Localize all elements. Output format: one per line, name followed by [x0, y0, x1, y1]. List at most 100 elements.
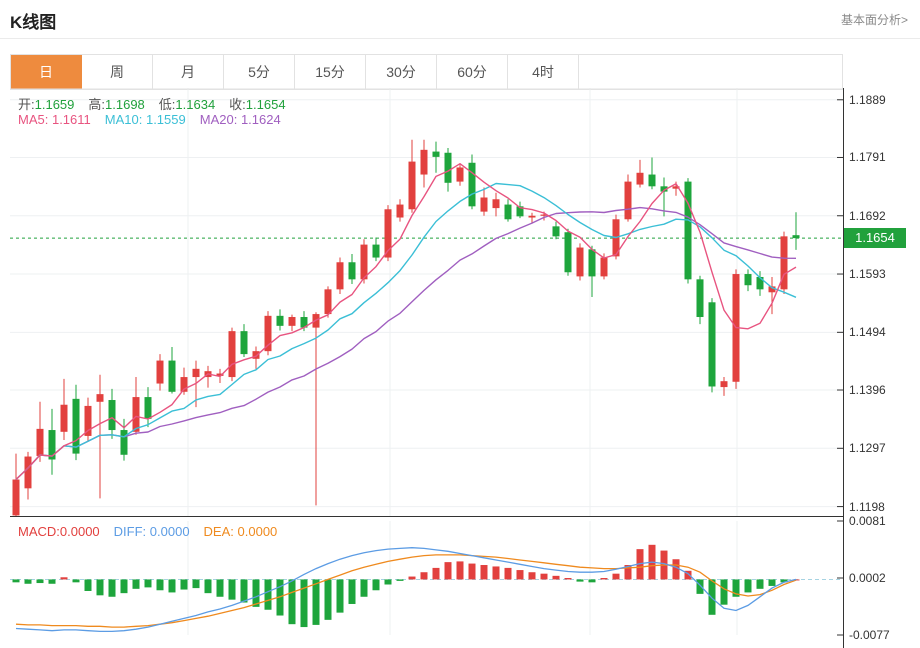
- close-value: 1.1654: [246, 97, 286, 112]
- candle[interactable]: [313, 312, 320, 505]
- ma-readout: MA5: 1.1611MA10: 1.1559MA20: 1.1624: [18, 112, 281, 127]
- axis-tick-label: 1.1692: [849, 209, 886, 223]
- candle[interactable]: [25, 452, 32, 500]
- candle[interactable]: [145, 387, 152, 427]
- candle[interactable]: [361, 239, 368, 283]
- macd-bar: [757, 579, 764, 588]
- macd-bar: [373, 579, 380, 590]
- candle[interactable]: [229, 328, 236, 382]
- macd-readout: MACD:0.0000DIFF: 0.0000DEA: 0.0000: [18, 524, 277, 539]
- macd-bar: [289, 579, 296, 624]
- candle[interactable]: [373, 238, 380, 262]
- axis-tick-label: 1.1494: [849, 325, 886, 339]
- macd-bar: [433, 568, 440, 580]
- macd-bar: [157, 579, 164, 590]
- candle[interactable]: [109, 389, 116, 439]
- candle[interactable]: [781, 232, 788, 294]
- candle[interactable]: [241, 324, 248, 357]
- macd-bar: [61, 577, 68, 579]
- candle[interactable]: [277, 309, 284, 330]
- macd-bar: [529, 572, 536, 579]
- axis-tick-label: 1.1198: [849, 500, 885, 514]
- macd-bar: [73, 579, 80, 582]
- candle[interactable]: [745, 269, 752, 291]
- macd-bar: [85, 579, 92, 591]
- low-value: 1.1634: [175, 97, 215, 112]
- macd-bar: [181, 579, 188, 589]
- macd-bar: [241, 579, 248, 602]
- axis-tick-label: 1.1889: [849, 93, 886, 107]
- macd-bar: [25, 579, 32, 583]
- macd-bar: [745, 579, 752, 592]
- candle[interactable]: [337, 258, 344, 295]
- macd-value-readout: MACD:0.0000: [18, 524, 100, 539]
- candle[interactable]: [169, 347, 176, 394]
- diff-value-readout: DIFF: 0.0000: [114, 524, 190, 539]
- macd-bar: [721, 579, 728, 604]
- candle[interactable]: [133, 377, 140, 435]
- candle[interactable]: [181, 368, 188, 395]
- candle[interactable]: [565, 229, 572, 276]
- macd-bar: [709, 579, 716, 614]
- candle[interactable]: [625, 175, 632, 222]
- axis-tick-label: 1.1593: [849, 267, 886, 281]
- candle[interactable]: [157, 354, 164, 391]
- candle[interactable]: [457, 165, 464, 186]
- macd-bar: [349, 579, 356, 604]
- candle[interactable]: [733, 269, 740, 389]
- macd-bar: [577, 579, 584, 581]
- candle[interactable]: [421, 140, 428, 188]
- candle[interactable]: [205, 366, 212, 388]
- axis-tick-label: -0.0077: [849, 628, 890, 642]
- candle[interactable]: [505, 199, 512, 221]
- candle[interactable]: [577, 243, 584, 280]
- open-label: 开:: [18, 97, 35, 112]
- candle[interactable]: [709, 298, 716, 392]
- candle[interactable]: [517, 202, 524, 218]
- macd-bar: [49, 579, 56, 583]
- macd-bar: [421, 572, 428, 579]
- macd-bar: [589, 579, 596, 582]
- macd-bar: [493, 566, 500, 579]
- candle[interactable]: [685, 178, 692, 283]
- candle[interactable]: [385, 205, 392, 261]
- macd-bar: [673, 559, 680, 579]
- candle[interactable]: [349, 254, 356, 284]
- candles-layer: [13, 140, 800, 516]
- candle[interactable]: [649, 157, 656, 189]
- macd-bar: [469, 564, 476, 580]
- macd-bar: [313, 579, 320, 624]
- candle[interactable]: [721, 377, 728, 396]
- candle[interactable]: [493, 193, 500, 217]
- ohlc-readout: 开:1.1659高:1.1698低:1.1634收:1.1654: [18, 94, 300, 113]
- candle[interactable]: [61, 379, 68, 440]
- candle[interactable]: [37, 402, 44, 462]
- macd-bar: [457, 561, 464, 579]
- candle[interactable]: [397, 199, 404, 221]
- candle[interactable]: [85, 398, 92, 442]
- macd-bar: [409, 577, 416, 580]
- candle[interactable]: [793, 212, 800, 250]
- candle[interactable]: [289, 315, 296, 331]
- candle[interactable]: [265, 311, 272, 355]
- candle[interactable]: [553, 222, 560, 240]
- macd-bar: [13, 579, 20, 582]
- candle[interactable]: [73, 385, 80, 460]
- candle[interactable]: [49, 409, 56, 475]
- candle[interactable]: [481, 187, 488, 215]
- macd-bar: [361, 579, 368, 596]
- macd-bar: [121, 579, 128, 593]
- candle[interactable]: [409, 140, 416, 213]
- high-label: 高:: [88, 97, 105, 112]
- candle[interactable]: [13, 454, 20, 516]
- macd-bar: [565, 578, 572, 579]
- macd-bar: [109, 579, 116, 596]
- last-price-badge: 1.1654: [844, 228, 906, 248]
- candle[interactable]: [697, 276, 704, 324]
- candle[interactable]: [469, 155, 476, 210]
- macd-bar: [445, 562, 452, 579]
- macd-bar: [517, 570, 524, 579]
- ma20-line: [16, 208, 796, 480]
- candle[interactable]: [637, 160, 644, 188]
- ma20-readout: MA20: 1.1624: [200, 112, 281, 127]
